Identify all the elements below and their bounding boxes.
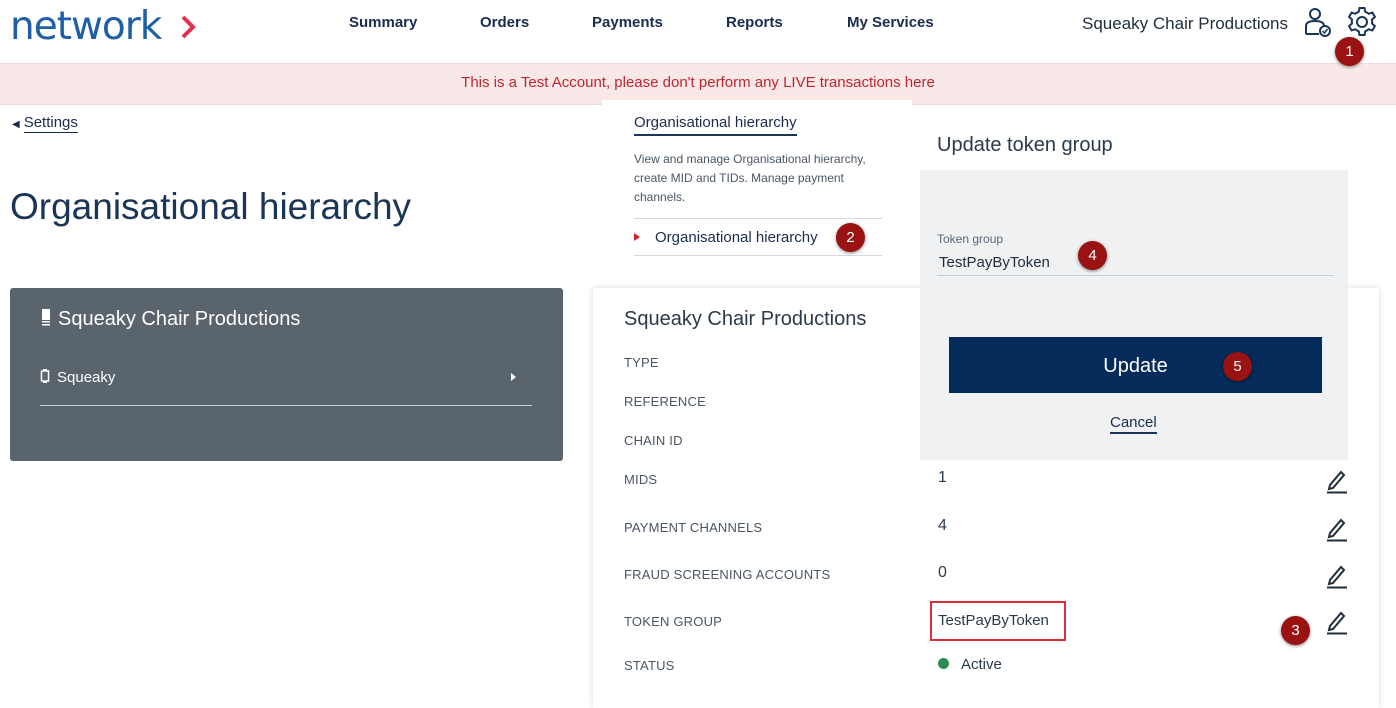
edit-payment-channels-pencil-icon[interactable] xyxy=(1326,516,1348,542)
label-token-group: TOKEN GROUP xyxy=(624,614,723,629)
step-marker-4: 4 xyxy=(1078,241,1107,270)
settings-gear-icon[interactable] xyxy=(1345,5,1379,39)
back-to-settings-link[interactable]: ◀ Settings xyxy=(12,114,78,133)
tree-node-root[interactable]: Squeaky Chair Productions xyxy=(40,308,300,331)
caret-right-icon xyxy=(634,233,640,241)
details-title: Squeaky Chair Productions xyxy=(624,308,867,330)
page-title: Organisational hierarchy xyxy=(10,186,412,227)
menu-item-organisational-hierarchy[interactable]: Organisational hierarchy xyxy=(655,229,818,246)
label-payment-channels: PAYMENT CHANNELS xyxy=(624,520,763,535)
nav-payments[interactable]: Payments xyxy=(592,14,663,31)
network-logo[interactable]: network xyxy=(10,4,162,49)
nav-summary[interactable]: Summary xyxy=(349,14,417,31)
tree-node-child-label: Squeaky xyxy=(57,369,116,386)
store-icon xyxy=(40,369,50,383)
back-arrow-icon: ◀ xyxy=(12,119,20,130)
step-marker-5: 5 xyxy=(1223,352,1252,381)
nav-my-services[interactable]: My Services xyxy=(847,14,934,31)
value-status: Active xyxy=(961,656,1002,673)
value-payment-channels: 4 xyxy=(938,517,947,534)
value-fraud-screening: 0 xyxy=(938,564,947,581)
edit-token-group-pencil-icon[interactable] xyxy=(1326,609,1348,635)
expand-chevron-icon[interactable] xyxy=(511,373,516,381)
settings-section-description: View and manage Organisational hierarchy… xyxy=(634,152,866,204)
nav-orders[interactable]: Orders xyxy=(480,14,529,31)
test-account-banner: This is a Test Account, please don't per… xyxy=(0,63,1396,105)
step-marker-2: 2 xyxy=(836,223,865,252)
step-marker-3: 3 xyxy=(1281,616,1310,645)
tree-node-child[interactable]: Squeaky xyxy=(40,369,115,386)
divider xyxy=(634,255,882,256)
back-link-label: Settings xyxy=(23,114,78,133)
label-status: STATUS xyxy=(624,658,675,673)
update-button[interactable]: Update xyxy=(949,337,1322,393)
label-fraud-screening: FRAUD SCREENING ACCOUNTS xyxy=(624,567,831,582)
label-chain-id: CHAIN ID xyxy=(624,433,683,448)
edit-fraud-screening-pencil-icon[interactable] xyxy=(1326,563,1348,589)
user-profile-icon[interactable] xyxy=(1303,6,1333,40)
company-name: Squeaky Chair Productions xyxy=(1082,14,1289,33)
logo-chevron-icon xyxy=(181,15,196,39)
tree-node-root-label: Squeaky Chair Productions xyxy=(58,308,301,330)
label-reference: REFERENCE xyxy=(624,394,706,409)
building-icon xyxy=(42,309,50,326)
edit-mids-pencil-icon[interactable] xyxy=(1326,468,1348,494)
status-active-dot xyxy=(938,658,949,669)
update-panel-title: Update token group xyxy=(937,134,1113,156)
value-mids: 1 xyxy=(938,469,947,486)
label-type: TYPE xyxy=(624,355,659,370)
cancel-link[interactable]: Cancel xyxy=(1110,414,1157,434)
nav-reports[interactable]: Reports xyxy=(726,14,783,31)
value-token-group: TestPayByToken xyxy=(938,612,1049,629)
tree-divider xyxy=(40,405,532,406)
token-group-field-label: Token group xyxy=(937,232,1004,246)
settings-section-title: Organisational hierarchy xyxy=(634,114,797,136)
divider xyxy=(634,218,882,219)
token-group-input[interactable] xyxy=(937,249,1334,276)
step-marker-1: 1 xyxy=(1335,37,1364,66)
label-mids: MIDS xyxy=(624,472,658,487)
